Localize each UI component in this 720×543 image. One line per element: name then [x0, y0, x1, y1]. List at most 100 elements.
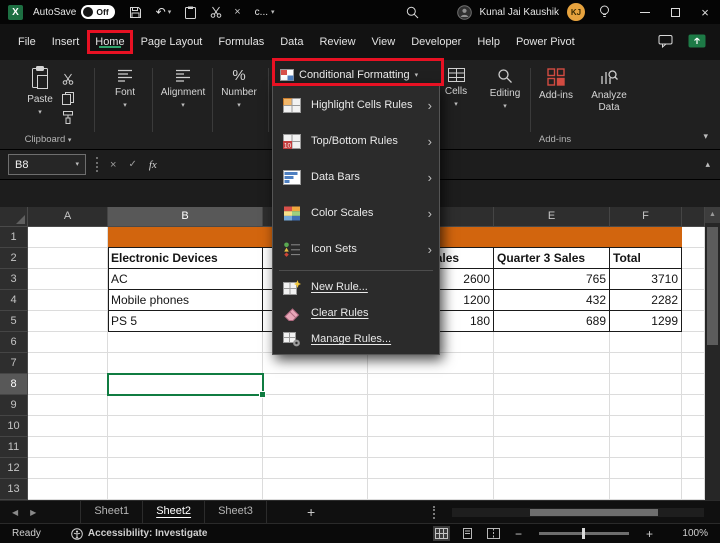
- user-name[interactable]: Kunal Jai Kaushik: [480, 7, 560, 18]
- cell-D9[interactable]: [368, 395, 494, 416]
- horizontal-scrollbar[interactable]: [452, 508, 704, 517]
- row-header-8[interactable]: 8: [0, 374, 28, 395]
- cell-A2[interactable]: [28, 248, 108, 269]
- sheet-tab-sheet3[interactable]: Sheet3: [205, 501, 267, 523]
- sheet-tab-sheet1[interactable]: Sheet1: [80, 501, 143, 523]
- confirm-entry-icon[interactable]: ✓: [128, 159, 136, 170]
- zoom-level[interactable]: 100%: [666, 528, 708, 539]
- cell-E9[interactable]: [494, 395, 610, 416]
- cell-B2[interactable]: Electronic Devices: [108, 248, 263, 269]
- cell-B3[interactable]: AC: [108, 269, 263, 290]
- cell-A13[interactable]: [28, 479, 108, 500]
- cell-B4[interactable]: Mobile phones: [108, 290, 263, 311]
- cell-E4[interactable]: 432: [494, 290, 610, 311]
- sheet-nav-left-icon[interactable]: ◀: [12, 508, 18, 517]
- select-all-corner[interactable]: [0, 207, 28, 227]
- cell-A12[interactable]: [28, 458, 108, 479]
- cell-A7[interactable]: [28, 353, 108, 374]
- name-box[interactable]: B8 ▾: [8, 154, 86, 175]
- cell-B6[interactable]: [108, 332, 263, 353]
- excel-app-icon[interactable]: X: [8, 5, 23, 20]
- format-painter-icon[interactable]: [62, 111, 74, 129]
- row-header-1[interactable]: 1: [0, 227, 28, 248]
- cell-C8[interactable]: [263, 374, 368, 395]
- row-header-4[interactable]: 4: [0, 290, 28, 311]
- menu-item-new-rule[interactable]: New Rule...: [273, 274, 439, 300]
- cell-E10[interactable]: [494, 416, 610, 437]
- cell-A8[interactable]: [28, 374, 108, 395]
- cell-F12[interactable]: [610, 458, 682, 479]
- cell-D12[interactable]: [368, 458, 494, 479]
- menu-item-icon-sets[interactable]: Icon Sets ›: [273, 231, 439, 267]
- cell-F8[interactable]: [610, 374, 682, 395]
- vertical-scroll-thumb[interactable]: [707, 227, 718, 345]
- cell-F2[interactable]: Total: [610, 248, 682, 269]
- tab-power-pivot[interactable]: Power Pivot: [508, 30, 583, 54]
- cell-C10[interactable]: [263, 416, 368, 437]
- column-header-A[interactable]: A: [28, 207, 108, 227]
- row-header-2[interactable]: 2: [0, 248, 28, 269]
- cell-C11[interactable]: [263, 437, 368, 458]
- comments-icon[interactable]: [658, 34, 673, 51]
- cell-E6[interactable]: [494, 332, 610, 353]
- scissors-icon[interactable]: [210, 6, 222, 18]
- cell-E5[interactable]: 689: [494, 311, 610, 332]
- copy-icon[interactable]: [62, 92, 74, 110]
- tab-splitter-handle[interactable]: [433, 506, 435, 519]
- cell-B12[interactable]: [108, 458, 263, 479]
- cell-C12[interactable]: [263, 458, 368, 479]
- menu-item-top-bottom-rules[interactable]: 10 Top/Bottom Rules ›: [273, 123, 439, 159]
- column-header-E[interactable]: E: [494, 207, 610, 227]
- addins-button[interactable]: Add-ins: [534, 68, 578, 101]
- cell-F4[interactable]: 2282: [610, 290, 682, 311]
- column-header-F[interactable]: F: [610, 207, 682, 227]
- insert-function-icon[interactable]: fx: [149, 159, 157, 171]
- menu-item-data-bars[interactable]: Data Bars ›: [273, 159, 439, 195]
- row-header-7[interactable]: 7: [0, 353, 28, 374]
- tab-developer[interactable]: Developer: [403, 30, 469, 54]
- scroll-up-icon[interactable]: ▲: [705, 207, 720, 223]
- cell-D10[interactable]: [368, 416, 494, 437]
- minimize-button[interactable]: [630, 0, 660, 24]
- cell-F9[interactable]: [610, 395, 682, 416]
- horizontal-scroll-thumb[interactable]: [530, 509, 658, 516]
- cell-F13[interactable]: [610, 479, 682, 500]
- paste-button[interactable]: Paste ▾: [22, 66, 58, 116]
- number-group-button[interactable]: % Number ▾: [215, 68, 263, 109]
- collapse-ribbon-icon[interactable]: ▾: [703, 132, 708, 141]
- tab-help[interactable]: Help: [469, 30, 508, 54]
- cell-A3[interactable]: [28, 269, 108, 290]
- zoom-slider[interactable]: [539, 532, 629, 535]
- font-group-button[interactable]: Font ▾: [100, 68, 150, 109]
- cell-E13[interactable]: [494, 479, 610, 500]
- tab-review[interactable]: Review: [311, 30, 363, 54]
- expand-formula-bar-icon[interactable]: ▴: [705, 160, 710, 169]
- zoom-slider-thumb[interactable]: [582, 528, 585, 539]
- clipboard-icon[interactable]: [185, 6, 196, 19]
- share-icon[interactable]: [688, 34, 706, 51]
- cell-B9[interactable]: [108, 395, 263, 416]
- tab-view[interactable]: View: [364, 30, 404, 54]
- close-button[interactable]: ×: [690, 0, 720, 24]
- cell-E3[interactable]: 765: [494, 269, 610, 290]
- cell-B13[interactable]: [108, 479, 263, 500]
- zoom-in-button[interactable]: +: [646, 527, 653, 541]
- cell-C13[interactable]: [263, 479, 368, 500]
- cell-E2[interactable]: Quarter 3 Sales: [494, 248, 610, 269]
- page-layout-view-button[interactable]: [459, 526, 476, 541]
- tab-page-layout[interactable]: Page Layout: [133, 30, 211, 54]
- cell-D7[interactable]: [368, 353, 494, 374]
- cell-A10[interactable]: [28, 416, 108, 437]
- row-header-3[interactable]: 3: [0, 269, 28, 290]
- menu-item-color-scales[interactable]: Color Scales ›: [273, 195, 439, 231]
- cell-B10[interactable]: [108, 416, 263, 437]
- cell-A9[interactable]: [28, 395, 108, 416]
- zoom-out-button[interactable]: −: [515, 527, 522, 541]
- tab-data[interactable]: Data: [272, 30, 311, 54]
- editing-group-button[interactable]: Editing ▾: [482, 68, 528, 110]
- page-break-view-button[interactable]: [485, 526, 502, 541]
- menu-item-clear-rules[interactable]: Clear Rules: [273, 300, 439, 326]
- cell-A6[interactable]: [28, 332, 108, 353]
- cut-icon[interactable]: [62, 72, 74, 90]
- cell-B5[interactable]: PS 5: [108, 311, 263, 332]
